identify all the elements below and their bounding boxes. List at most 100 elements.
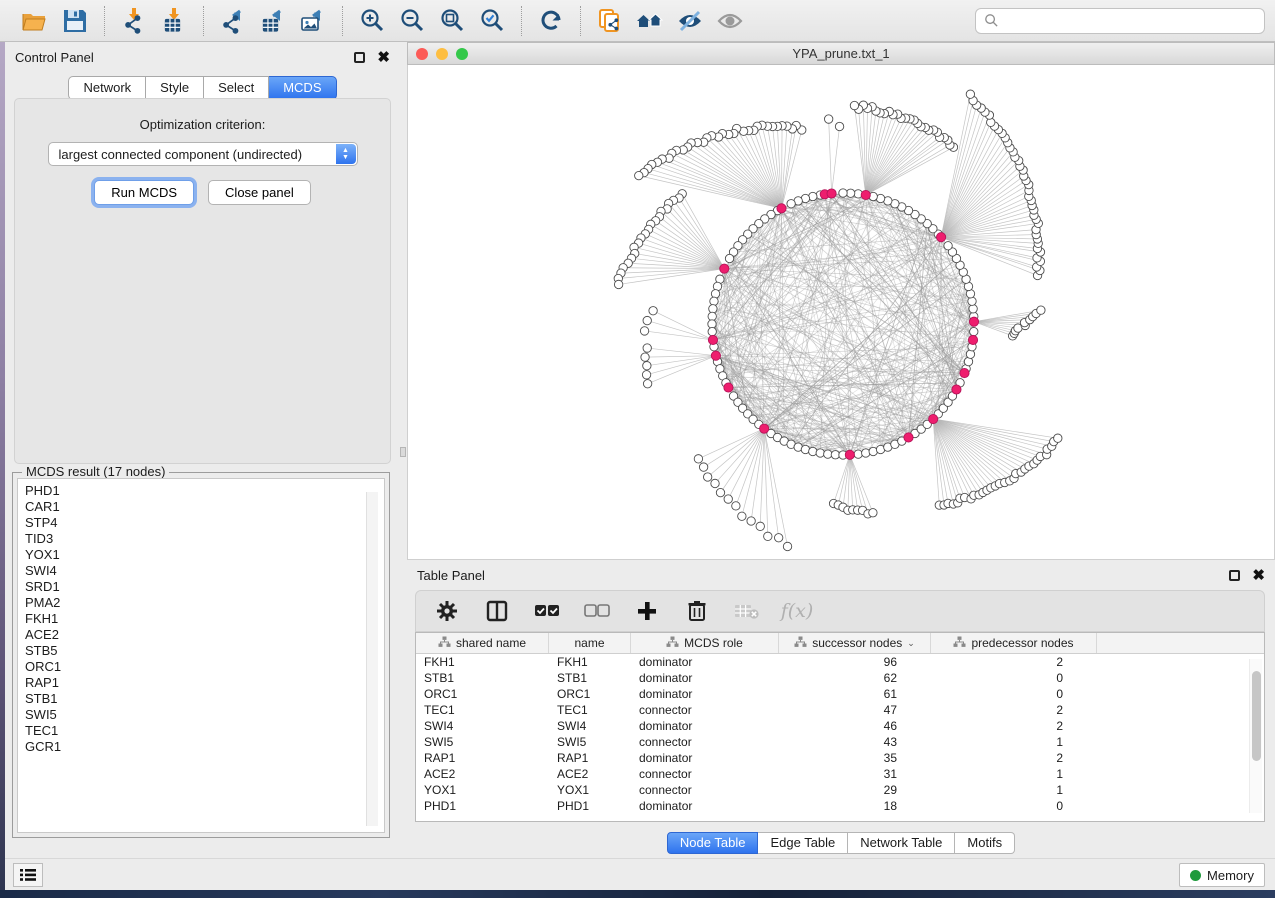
- mcds-result-item[interactable]: PMA2: [25, 595, 384, 611]
- mcds-result-item[interactable]: STP4: [25, 515, 384, 531]
- network-node[interactable]: [831, 451, 839, 459]
- mcds-result-item[interactable]: ORC1: [25, 659, 384, 675]
- mcds-hub-node[interactable]: [777, 204, 786, 213]
- deselect-all-icon[interactable]: [582, 596, 612, 626]
- network-leaf-node[interactable]: [643, 380, 651, 388]
- network-leaf-node[interactable]: [774, 534, 782, 542]
- network-leaf-node[interactable]: [635, 171, 643, 179]
- mcds-hub-node[interactable]: [708, 335, 717, 344]
- network-node[interactable]: [846, 189, 854, 197]
- network-node[interactable]: [966, 350, 974, 358]
- mcds-hub-node[interactable]: [969, 317, 978, 326]
- mcds-hub-node[interactable]: [724, 383, 733, 392]
- network-node[interactable]: [968, 297, 976, 305]
- column-header-MCDS-role[interactable]: MCDS role: [631, 633, 779, 653]
- mcds-hub-node[interactable]: [720, 264, 729, 273]
- tab-edge-table[interactable]: Edge Table: [758, 832, 848, 854]
- export-table-icon[interactable]: [256, 5, 290, 37]
- mcds-hub-node[interactable]: [760, 424, 769, 433]
- network-node[interactable]: [969, 305, 977, 313]
- network-node[interactable]: [862, 449, 870, 457]
- tab-network[interactable]: Network: [68, 76, 146, 100]
- network-node[interactable]: [970, 327, 978, 335]
- mcds-result-item[interactable]: PHD1: [25, 483, 384, 499]
- column-header-predecessor-nodes[interactable]: predecessor nodes: [931, 633, 1097, 653]
- network-leaf-node[interactable]: [824, 115, 832, 123]
- import-table-icon[interactable]: [157, 5, 191, 37]
- optimization-criterion-select[interactable]: largest connected component (undirected)…: [48, 142, 358, 166]
- export-image-icon[interactable]: [296, 5, 330, 37]
- new-network-from-selection-icon[interactable]: [593, 5, 627, 37]
- network-node[interactable]: [787, 200, 795, 208]
- network-leaf-node[interactable]: [641, 353, 649, 361]
- network-leaf-node[interactable]: [724, 495, 732, 503]
- network-leaf-node[interactable]: [966, 90, 974, 98]
- mcds-result-item[interactable]: TID3: [25, 531, 384, 547]
- memory-button[interactable]: Memory: [1179, 863, 1265, 887]
- network-leaf-node[interactable]: [738, 512, 746, 520]
- network-node[interactable]: [824, 450, 832, 458]
- mcds-result-item[interactable]: SWI5: [25, 707, 384, 723]
- network-node[interactable]: [725, 254, 733, 262]
- network-leaf-node[interactable]: [850, 101, 858, 109]
- column-layout-icon[interactable]: [482, 596, 512, 626]
- delete-column-icon[interactable]: [682, 596, 712, 626]
- network-leaf-node[interactable]: [643, 344, 651, 352]
- network-leaf-node[interactable]: [764, 532, 772, 540]
- network-leaf-node[interactable]: [732, 502, 740, 510]
- save-icon[interactable]: [58, 5, 92, 37]
- mcds-result-item[interactable]: FKH1: [25, 611, 384, 627]
- network-node[interactable]: [708, 312, 716, 320]
- gear-icon[interactable]: [432, 596, 462, 626]
- mcds-hub-node[interactable]: [960, 368, 969, 377]
- splitter-grip-icon[interactable]: [400, 447, 406, 457]
- zoom-in-icon[interactable]: [355, 5, 389, 37]
- network-node[interactable]: [709, 305, 717, 313]
- table-row[interactable]: PHD1PHD1dominator180: [416, 798, 1264, 814]
- run-mcds-button[interactable]: Run MCDS: [94, 180, 194, 205]
- mcds-hub-node[interactable]: [937, 233, 946, 242]
- network-leaf-node[interactable]: [642, 371, 650, 379]
- mcds-result-list[interactable]: PHD1CAR1STP4TID3YOX1SWI4SRD1PMA2FKH1ACE2…: [17, 478, 385, 833]
- tab-style[interactable]: Style: [146, 76, 204, 100]
- mcds-hub-node[interactable]: [968, 335, 977, 344]
- vertical-splitter[interactable]: [400, 42, 407, 858]
- zoom-fit-icon[interactable]: [435, 5, 469, 37]
- search-input[interactable]: [999, 13, 1256, 28]
- network-node[interactable]: [708, 320, 716, 328]
- table-row[interactable]: FKH1FKH1dominator962: [416, 654, 1264, 670]
- network-leaf-node[interactable]: [711, 479, 719, 487]
- network-leaf-node[interactable]: [699, 463, 707, 471]
- network-leaf-node[interactable]: [783, 542, 791, 550]
- mcds-hub-node[interactable]: [904, 433, 913, 442]
- open-icon[interactable]: [18, 5, 52, 37]
- mcds-hub-node[interactable]: [711, 351, 720, 360]
- zoom-selected-icon[interactable]: [475, 5, 509, 37]
- mcds-hub-node[interactable]: [952, 385, 961, 394]
- network-node[interactable]: [839, 189, 847, 197]
- network-leaf-node[interactable]: [643, 361, 651, 369]
- mcds-result-item[interactable]: STB1: [25, 691, 384, 707]
- network-node[interactable]: [711, 290, 719, 298]
- network-leaf-node[interactable]: [640, 327, 648, 335]
- network-leaf-node[interactable]: [643, 316, 651, 324]
- column-header-successor-nodes[interactable]: successor nodes⌄: [779, 633, 931, 653]
- column-header-shared-name[interactable]: shared name: [416, 633, 549, 653]
- tab-motifs[interactable]: Motifs: [955, 832, 1015, 854]
- import-network-icon[interactable]: [117, 5, 151, 37]
- show-all-icon[interactable]: [713, 5, 747, 37]
- tab-mcds[interactable]: MCDS: [269, 76, 336, 100]
- network-leaf-node[interactable]: [1054, 434, 1062, 442]
- mcds-result-scrollbar[interactable]: [366, 492, 378, 826]
- close-panel-icon[interactable]: ✖: [377, 52, 390, 63]
- network-leaf-node[interactable]: [694, 455, 702, 463]
- tab-network-table[interactable]: Network Table: [848, 832, 955, 854]
- network-node[interactable]: [854, 450, 862, 458]
- select-all-icon[interactable]: [532, 596, 562, 626]
- mcds-result-item[interactable]: TEC1: [25, 723, 384, 739]
- close-panel-button[interactable]: Close panel: [208, 180, 311, 205]
- network-canvas[interactable]: [407, 65, 1275, 560]
- refresh-icon[interactable]: [534, 5, 568, 37]
- mcds-hub-node[interactable]: [845, 450, 854, 459]
- table-row[interactable]: SWI5SWI5connector431: [416, 734, 1264, 750]
